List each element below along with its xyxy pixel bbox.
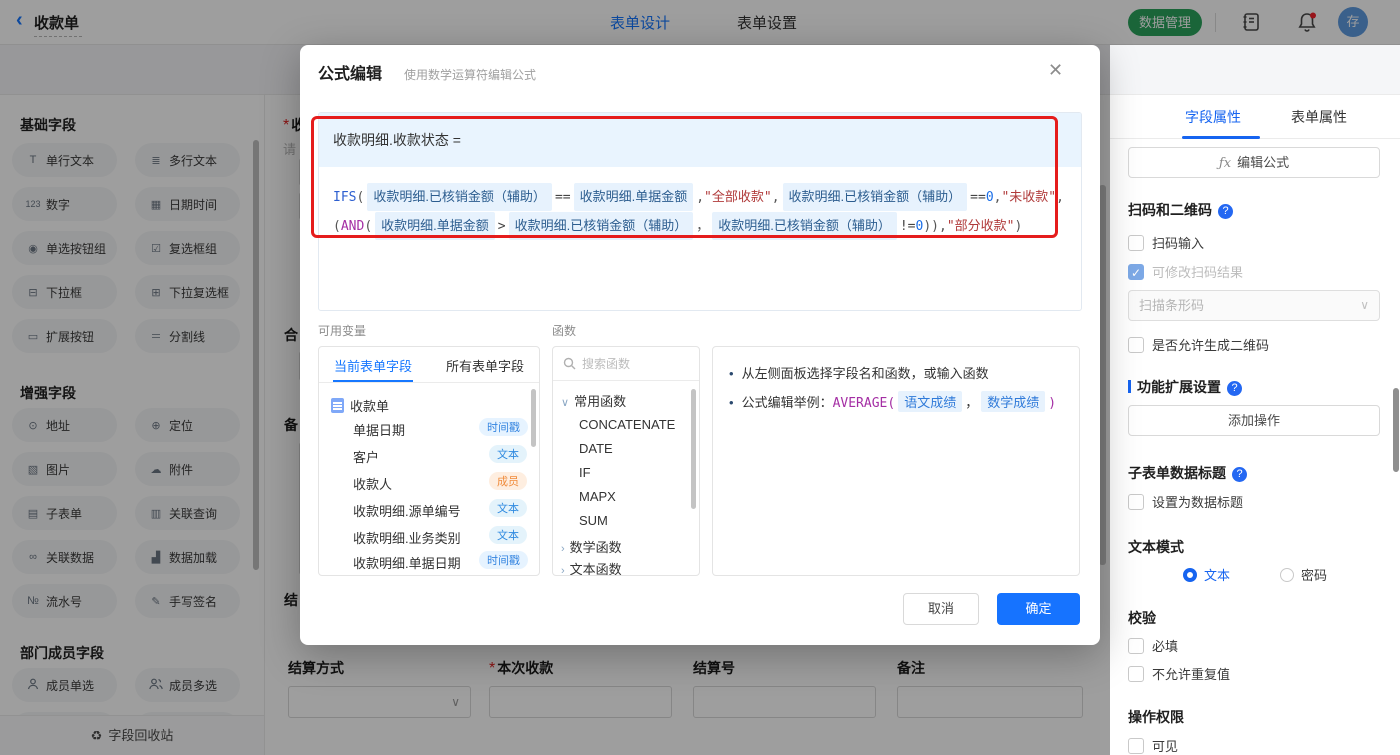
function-item[interactable]: IF [579, 465, 591, 480]
no-repeat-checkbox[interactable]: 不允许重复值 [1128, 664, 1230, 683]
function-item[interactable]: MAPX [579, 489, 616, 504]
allow-qrcode-checkbox[interactable]: 是否允许生成二维码 [1128, 335, 1269, 354]
badge-timestamp: 时间戳 [479, 418, 528, 436]
chevron-right-icon: › [561, 565, 565, 576]
variables-label: 可用变量 [318, 322, 366, 339]
help-icon[interactable]: ? [1227, 381, 1242, 396]
search-placeholder: 搜索函数 [582, 355, 630, 372]
validation-section-title: 校验 [1128, 608, 1156, 628]
active-tab-underline [1182, 136, 1260, 139]
required-checkbox[interactable]: 必填 [1128, 636, 1178, 655]
scan-input-checkbox[interactable]: 扫码输入 [1128, 233, 1204, 252]
function-item[interactable]: CONCATENATE [579, 417, 675, 432]
radio-password[interactable]: 密码 [1280, 565, 1327, 584]
radio-icon [1280, 568, 1294, 582]
badge-text: 文本 [489, 445, 527, 463]
function-group-common[interactable]: ∨常用函数 [561, 391, 626, 410]
modal-title: 公式编辑 [318, 60, 382, 84]
confirm-button[interactable]: 确定 [997, 593, 1080, 625]
extension-section-title: 功能扩展设置? [1128, 377, 1242, 397]
checkbox-icon [1128, 337, 1144, 353]
section-accent-bar [1128, 380, 1131, 393]
function-group-text[interactable]: ›文本函数 [561, 559, 622, 576]
help-panel: •从左侧面板选择字段名和函数，或输入函数 •公式编辑举例：AVERAGE(语文成… [712, 346, 1080, 576]
badge-text: 文本 [489, 526, 527, 544]
formula-target: 收款明细.收款状态 = [319, 113, 1081, 167]
checkbox-icon [1128, 235, 1144, 251]
scan-section-title: 扫码和二维码? [1128, 200, 1233, 220]
permission-section-title: 操作权限 [1128, 707, 1184, 727]
tree-field-item[interactable]: 收款明细.单据日期 [353, 553, 461, 572]
variables-panel: 当前表单字段 所有表单字段 收款单 单据日期 客户 收款人 收款明细.源单编号 … [318, 346, 540, 576]
formula-editor-modal: 公式编辑 使用数学运算符编辑公式 ✕ 收款明细.收款状态 = IFS(收款明细.… [300, 45, 1100, 645]
chevron-down-icon: ∨ [561, 397, 569, 409]
tab-form-properties[interactable]: 表单属性 [1291, 107, 1347, 127]
tree-field-item[interactable]: 收款明细.源单编号 [353, 501, 461, 520]
add-action-button[interactable]: 添加操作 [1128, 405, 1380, 436]
tree-field-item[interactable]: 客户 [353, 447, 379, 466]
modal-subtitle: 使用数学运算符编辑公式 [404, 66, 536, 83]
tab-field-properties[interactable]: 字段属性 [1185, 107, 1241, 127]
tree-root-item[interactable]: 收款单 [331, 396, 389, 415]
help-icon[interactable]: ? [1232, 467, 1247, 482]
cancel-button[interactable]: 取消 [903, 593, 979, 625]
help-icon[interactable]: ? [1218, 204, 1233, 219]
formula-line-2: (AND(收款明细.单据金额>收款明细.已核销金额（辅助），收款明细.已核销金额… [333, 212, 1067, 241]
window-scrollbar[interactable] [1393, 388, 1399, 472]
function-group-math[interactable]: ›数学函数 [561, 537, 622, 556]
badge-member: 成员 [489, 472, 527, 490]
formula-line-1: IFS(收款明细.已核销金额（辅助）==收款明细.单据金额,"全部收款",收款明… [333, 183, 1067, 212]
function-item[interactable]: DATE [579, 441, 613, 456]
set-data-title-checkbox[interactable]: 设置为数据标题 [1128, 492, 1243, 511]
function-item[interactable]: SUM [579, 513, 608, 528]
help-tip-1: •从左侧面板选择字段名和函数，或输入函数 [729, 363, 989, 382]
visible-checkbox[interactable]: 可见 [1128, 736, 1178, 755]
active-tab-underline [333, 380, 413, 382]
scan-barcode-select[interactable]: 扫描条形码∨ [1128, 290, 1380, 321]
checkbox-icon [1128, 666, 1144, 682]
checkbox-icon [1128, 738, 1144, 754]
variables-scrollbar[interactable] [531, 389, 536, 447]
tab-current-form-fields[interactable]: 当前表单字段 [334, 356, 412, 375]
app-root: ‹ 收款单 表单设计 表单设置 数据管理 存 ⊘表单外链 ⧉后端脚本 ▣数据权限… [0, 0, 1400, 755]
tab-all-form-fields[interactable]: 所有表单字段 [446, 356, 524, 375]
functions-panel: 搜索函数 ∨常用函数 CONCATENATE DATE IF MAPX SUM … [552, 346, 700, 576]
formula-code[interactable]: IFS(收款明细.已核销金额（辅助）==收款明细.单据金额,"全部收款",收款明… [319, 167, 1081, 241]
formula-editor[interactable]: 收款明细.收款状态 = IFS(收款明细.已核销金额（辅助）==收款明细.单据金… [318, 112, 1082, 311]
badge-text: 文本 [489, 499, 527, 517]
property-tabs: 字段属性 表单属性 [1110, 95, 1400, 139]
radio-selected-icon [1183, 568, 1197, 582]
help-tip-2: •公式编辑举例：AVERAGE(语文成绩，数学成绩) [729, 391, 1056, 412]
tree-field-item[interactable]: 单据日期 [353, 420, 405, 439]
subform-title-section: 子表单数据标题? [1128, 463, 1247, 483]
property-panel: 字段属性 表单属性 ƒx编辑公式 扫码和二维码? 扫码输入 ✓可修改扫码结果 扫… [1110, 95, 1400, 755]
functions-scrollbar[interactable] [691, 389, 696, 509]
chevron-down-icon: ∨ [1360, 291, 1369, 320]
fx-icon: ƒx [1219, 156, 1231, 171]
radio-text[interactable]: 文本 [1183, 565, 1230, 584]
modal-mask-top [0, 0, 1400, 45]
divider [319, 382, 539, 383]
badge-timestamp: 时间戳 [479, 551, 528, 569]
text-mode-section-title: 文本模式 [1128, 537, 1184, 557]
checkbox-checked-icon: ✓ [1128, 264, 1144, 280]
functions-label: 函数 [552, 322, 576, 339]
tree-field-item[interactable]: 收款人 [353, 474, 392, 493]
function-search-input[interactable]: 搜索函数 [553, 347, 699, 381]
tree-field-item[interactable]: 收款明细.业务类别 [353, 528, 461, 547]
search-icon [563, 357, 576, 370]
checkbox-icon [1128, 494, 1144, 510]
form-doc-icon [331, 398, 344, 413]
checkbox-icon [1128, 638, 1144, 654]
chevron-right-icon: › [561, 543, 565, 555]
close-icon[interactable]: ✕ [1048, 60, 1063, 81]
edit-formula-button[interactable]: ƒx编辑公式 [1128, 147, 1380, 178]
editable-scan-result-checkbox[interactable]: ✓可修改扫码结果 [1128, 262, 1243, 281]
